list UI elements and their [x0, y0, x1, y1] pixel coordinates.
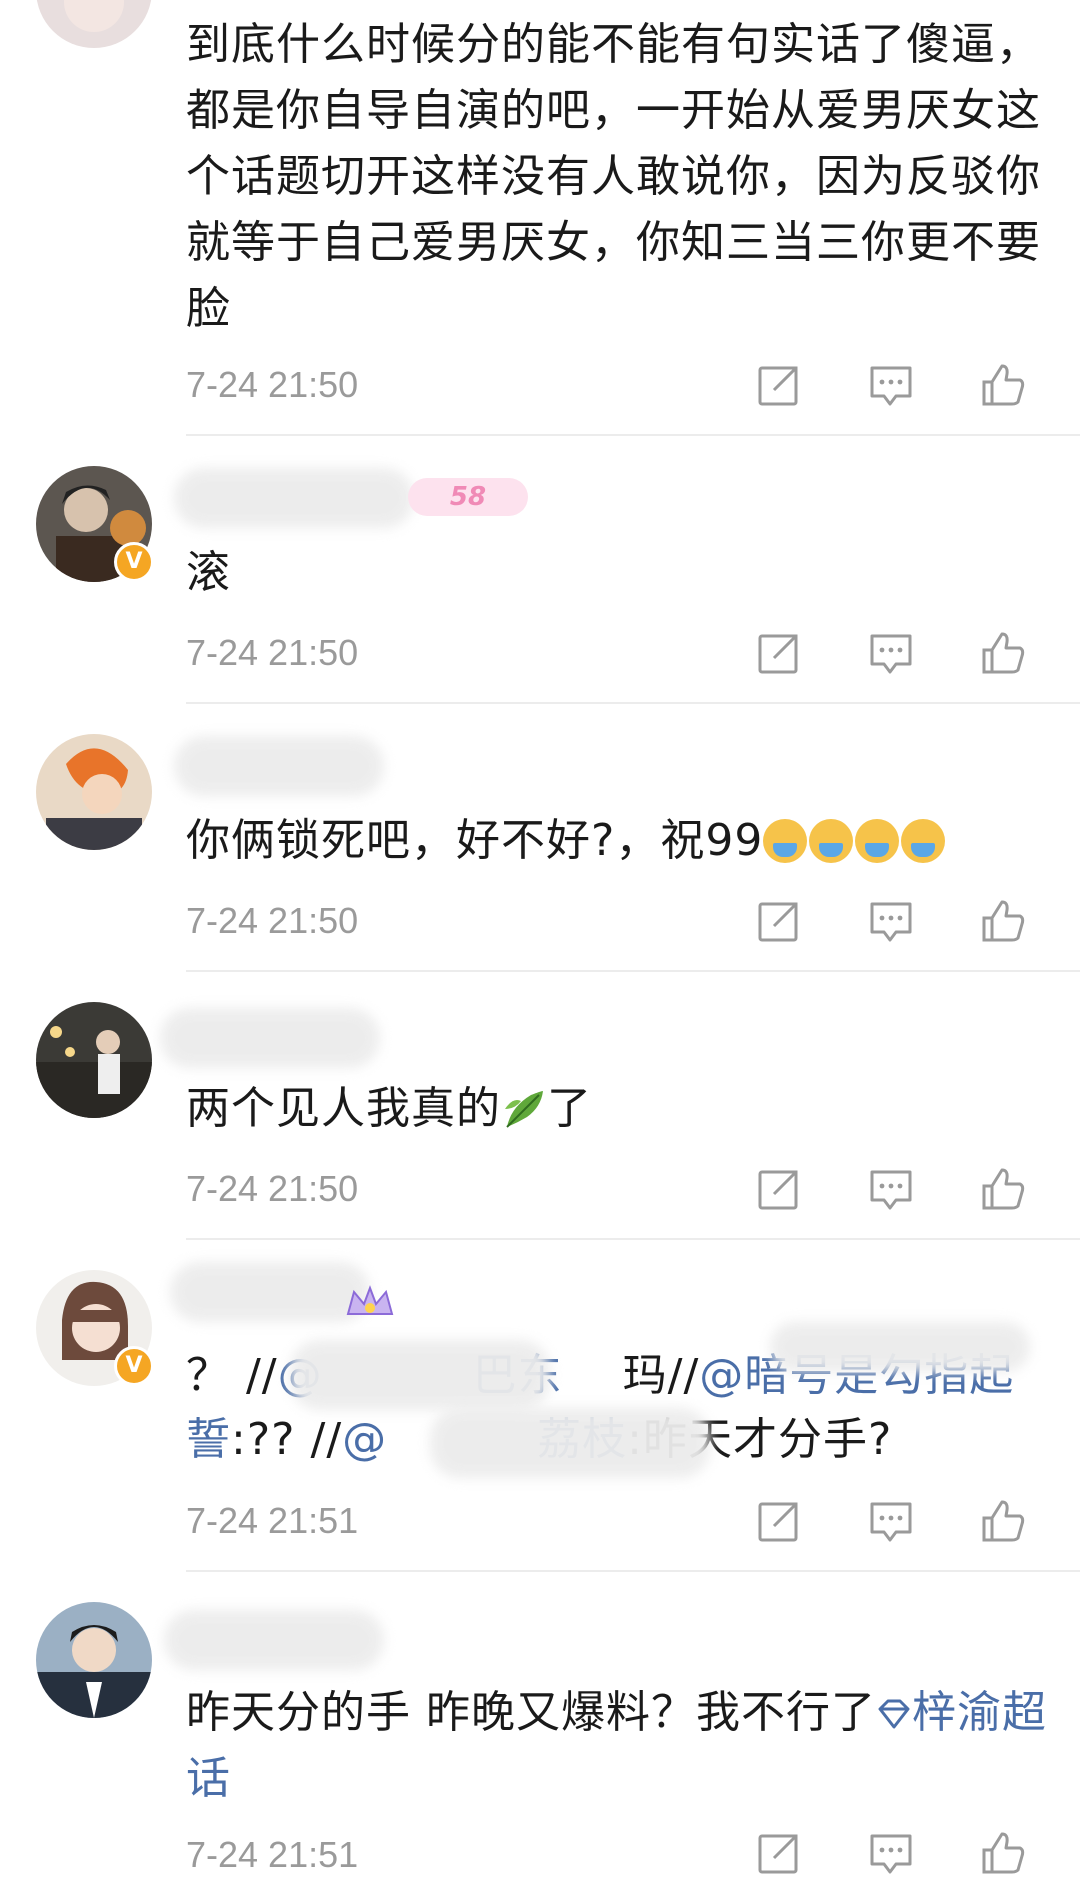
comment-text: 昨天分的手 昨晚又爆料？我不行了 梓渝超话	[186, 1680, 1050, 1812]
comment-icon[interactable]	[868, 630, 914, 676]
like-icon[interactable]	[980, 630, 1026, 676]
comment-icon[interactable]	[868, 1830, 914, 1876]
avatar[interactable]	[36, 734, 152, 850]
share-icon[interactable]	[756, 362, 802, 408]
redacted-username	[174, 468, 414, 528]
avatar[interactable]	[36, 1002, 152, 1118]
mention-link[interactable]: @	[342, 1414, 387, 1465]
like-icon[interactable]	[980, 1498, 1026, 1544]
like-icon[interactable]	[980, 898, 1026, 944]
redacted-username	[164, 1610, 384, 1670]
comment-icon[interactable]	[868, 1498, 914, 1544]
crying-face-emoji	[901, 819, 946, 863]
diamond-icon	[878, 1699, 910, 1729]
like-icon[interactable]	[980, 1166, 1026, 1212]
emoji-group	[763, 815, 947, 866]
comment-timestamp: 7-24 21:50	[186, 900, 359, 941]
share-icon[interactable]	[756, 1830, 802, 1876]
redacted-mention-overlay	[290, 1340, 550, 1410]
avatar[interactable]	[36, 0, 152, 48]
comment-timestamp: 7-24 21:50	[186, 364, 359, 405]
comment-timestamp: 7-24 21:51	[186, 1500, 359, 1541]
comment-text: 你俩锁死吧，好不好?，祝99	[186, 808, 1050, 874]
share-icon[interactable]	[756, 630, 802, 676]
comment-timestamp: 7-24 21:50	[186, 1168, 359, 1209]
share-icon[interactable]	[756, 1498, 802, 1544]
herb-leaf-emoji	[505, 1091, 543, 1128]
comment-icon[interactable]	[868, 362, 914, 408]
comment-text-body: 你俩锁死吧，好不好?，祝99	[186, 815, 764, 866]
comment-text-body: 两个见人我真的	[186, 1083, 501, 1134]
crying-face-emoji	[763, 819, 808, 863]
verified-badge: V	[114, 1346, 154, 1386]
comment-text: 两个见人我真的了	[186, 1076, 1050, 1142]
comment-text: 滚	[186, 547, 231, 598]
like-icon[interactable]	[980, 1830, 1026, 1876]
comment-icon[interactable]	[868, 1166, 914, 1212]
divider	[186, 1238, 1080, 1240]
avatar[interactable]	[36, 1602, 152, 1718]
comment-text-body: 昨天分的手 昨晚又爆料？我不行了	[186, 1687, 876, 1738]
divider	[186, 970, 1080, 972]
crying-face-emoji	[809, 819, 854, 863]
redacted-username	[160, 1008, 380, 1068]
divider	[186, 434, 1080, 436]
level-badge: 58	[408, 478, 528, 516]
comment-timestamp: 7-24 21:51	[186, 1834, 359, 1875]
divider	[186, 1570, 1080, 1572]
text-segment: ？ //	[186, 1350, 278, 1401]
comment-text-tail: 了	[547, 1083, 592, 1134]
share-icon[interactable]	[756, 898, 802, 944]
text-segment: 玛//	[622, 1350, 700, 1401]
crying-face-emoji	[855, 819, 900, 863]
comment-text: 到底什么时候分的能不能有句实话了傻逼，都是你自导自演的吧，一开始从爱男厌女这个话…	[186, 19, 1041, 334]
verified-badge: V	[114, 542, 154, 582]
text-segment: :?? //	[231, 1414, 343, 1465]
divider	[186, 702, 1080, 704]
redacted-mention-overlay	[770, 1322, 1030, 1372]
redacted-username	[174, 736, 384, 796]
share-icon[interactable]	[756, 1166, 802, 1212]
comment-icon[interactable]	[868, 898, 914, 944]
redacted-mention-overlay	[430, 1408, 710, 1478]
crown-badge	[340, 1282, 400, 1322]
comment-timestamp: 7-24 21:50	[186, 632, 359, 673]
like-icon[interactable]	[980, 362, 1026, 408]
